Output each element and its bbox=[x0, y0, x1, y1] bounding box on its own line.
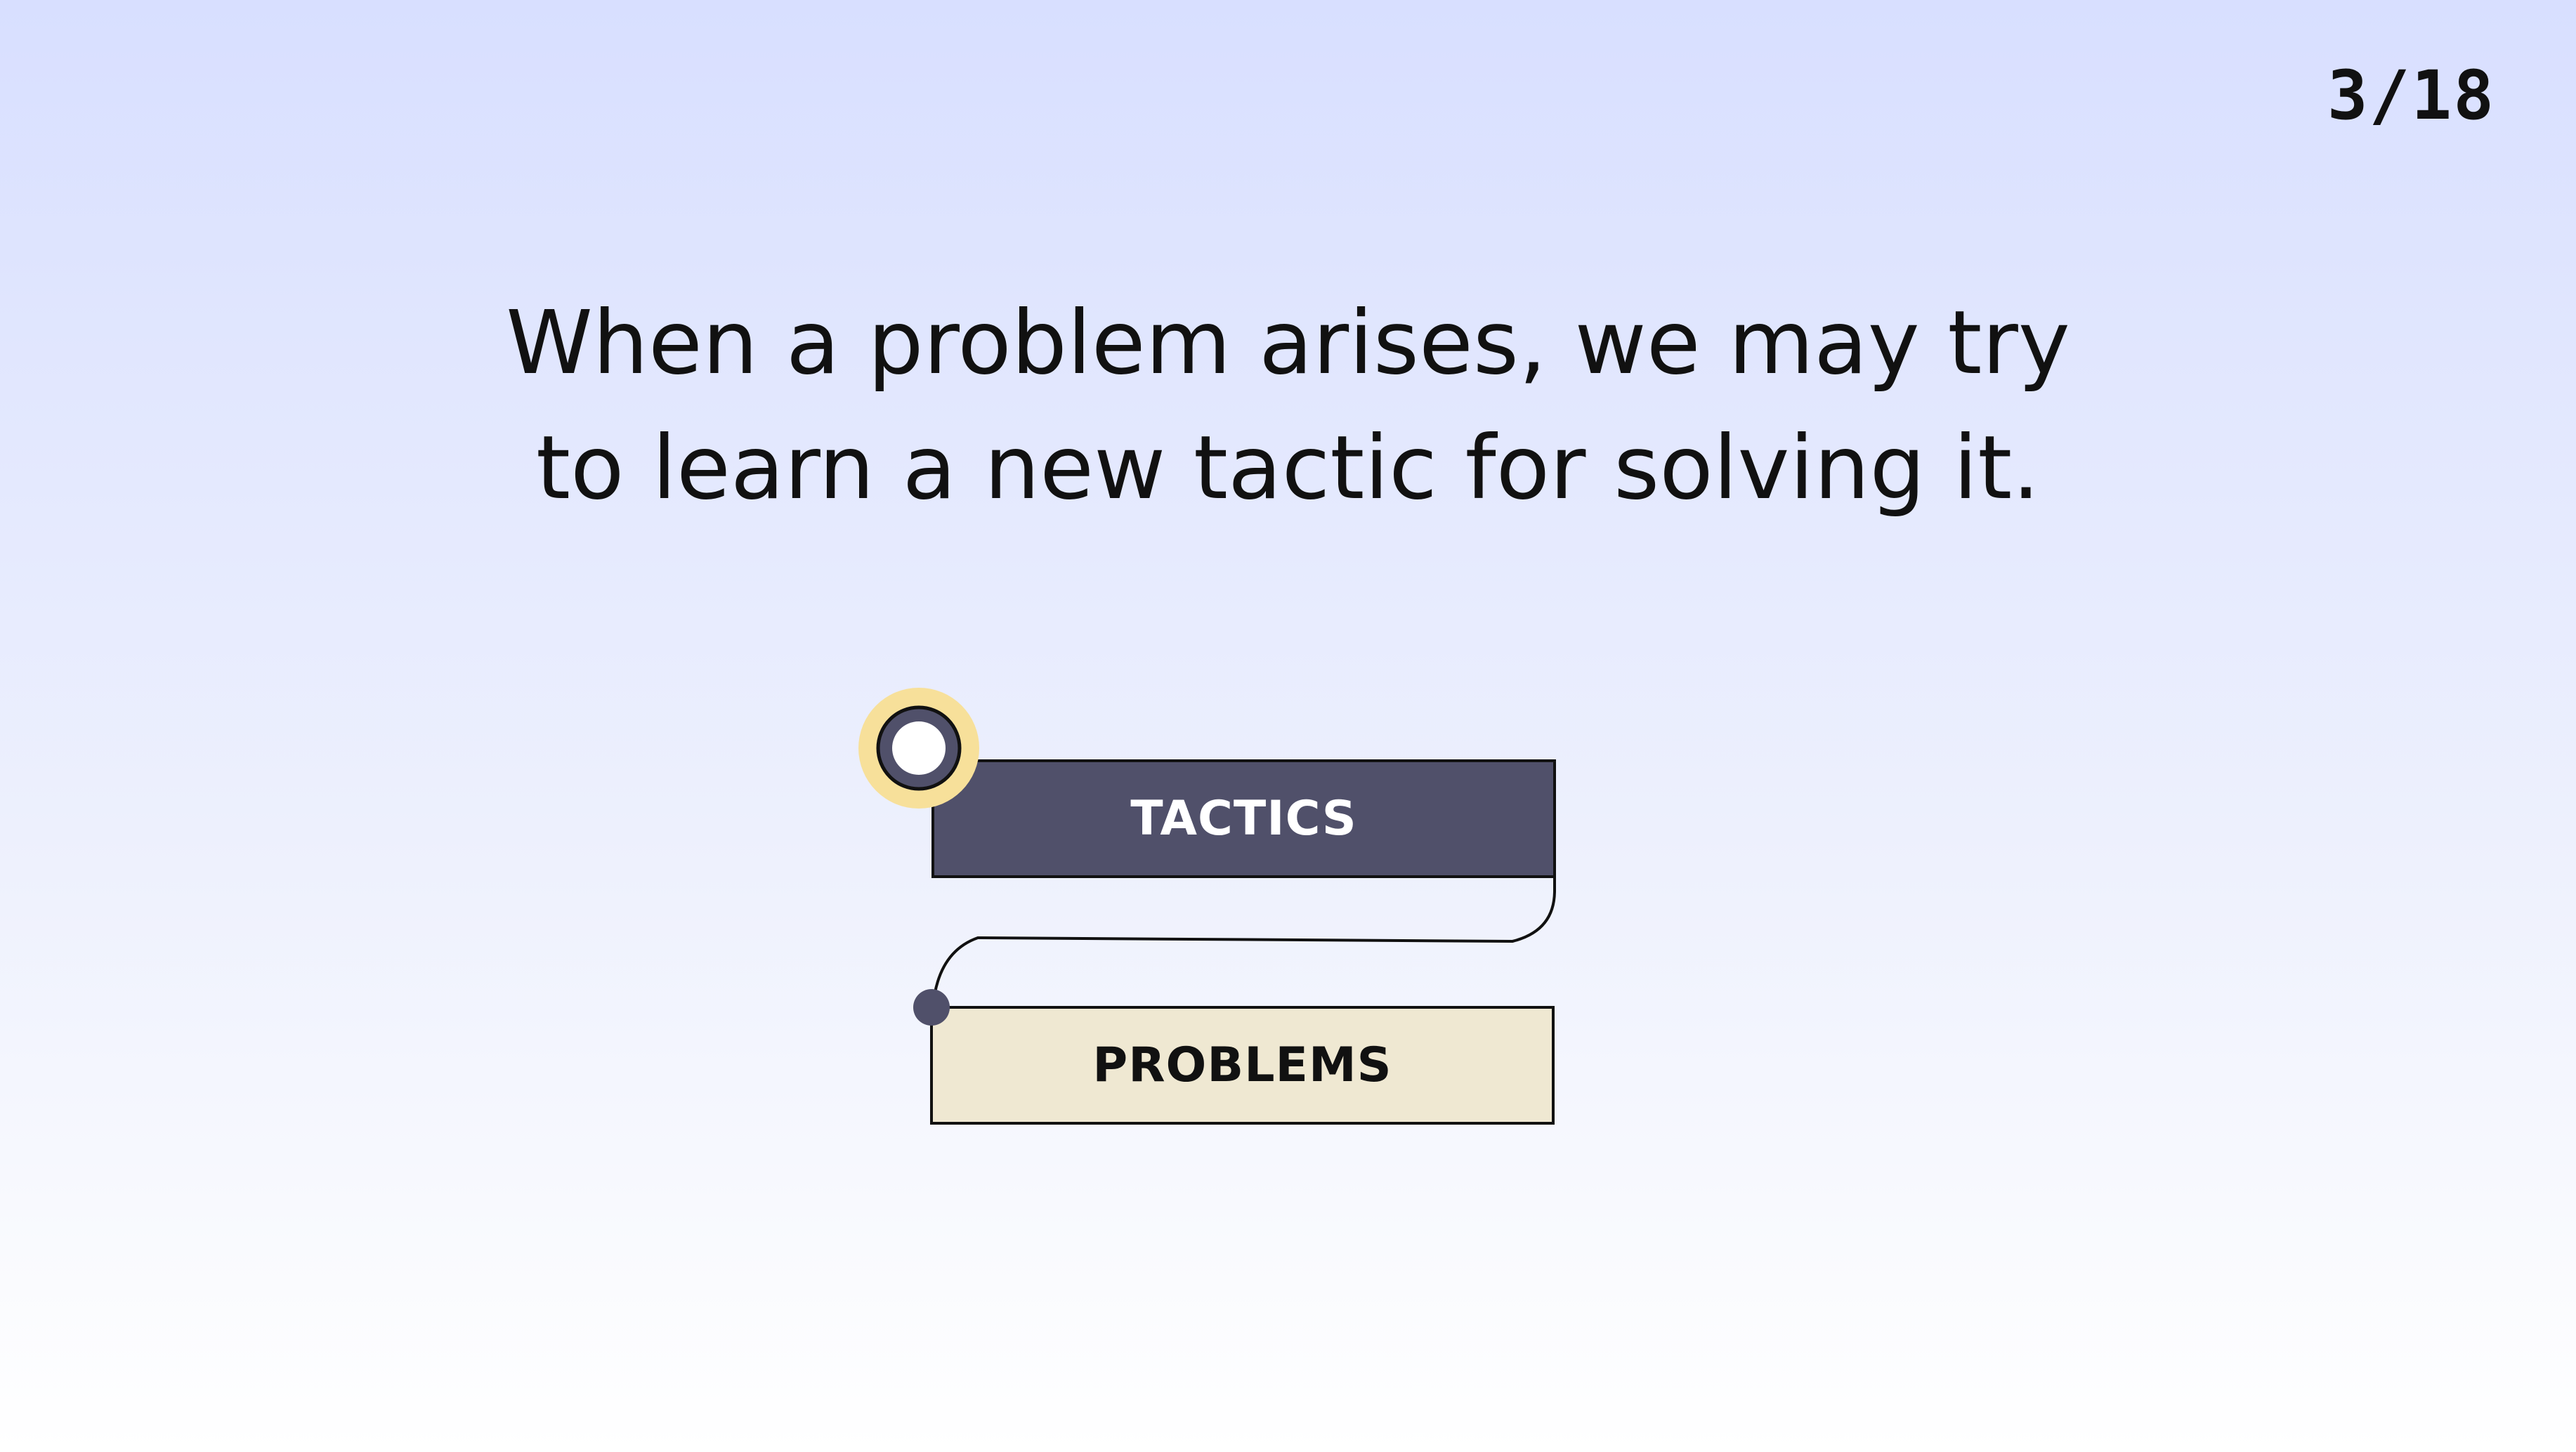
slide: 3/18 When a problem arises, we may try t… bbox=[0, 0, 2576, 1452]
problems-label: PROBLEMS bbox=[1092, 1038, 1392, 1093]
tactics-label: TACTICS bbox=[1130, 791, 1357, 846]
tactics-problems-diagram bbox=[858, 688, 1556, 1125]
connector-line bbox=[931, 877, 1556, 1008]
